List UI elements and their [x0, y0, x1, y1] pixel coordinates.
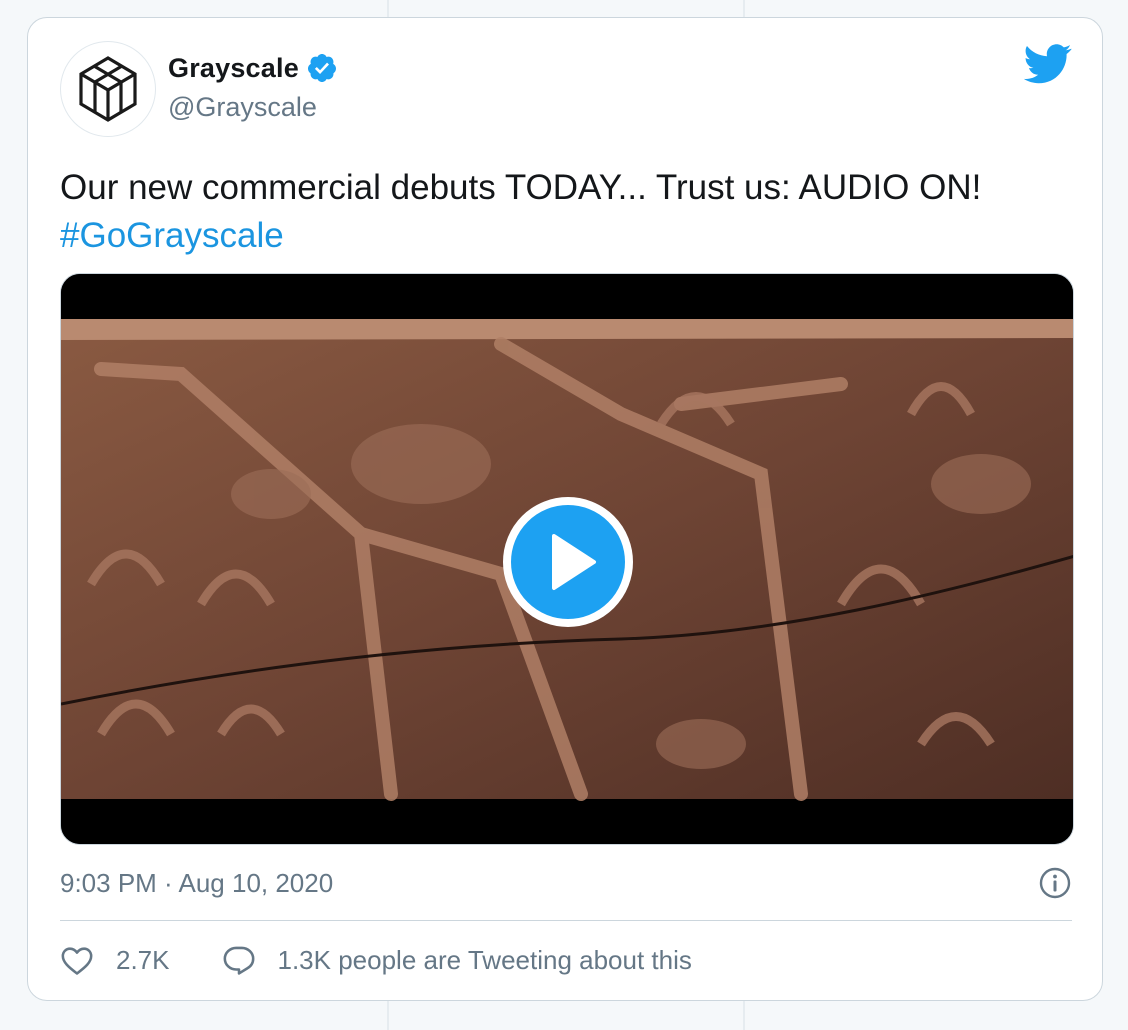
tweet-timestamp[interactable]: 9:03 PM · Aug 10, 2020 — [60, 868, 333, 899]
grayscale-logo — [79, 56, 137, 122]
tweet-text: Our new commercial debuts TODAY... Trust… — [60, 164, 1080, 260]
video-player[interactable] — [60, 273, 1074, 845]
play-icon — [503, 497, 633, 627]
author-name-row[interactable]: Grayscale — [168, 52, 338, 84]
play-button[interactable] — [502, 496, 634, 628]
tweet-card[interactable]: Grayscale @Grayscale Our new commercial … — [27, 17, 1103, 1001]
display-name[interactable]: Grayscale — [168, 53, 299, 84]
hashtag-link[interactable]: #GoGrayscale — [60, 212, 1080, 260]
conversation-link[interactable]: 1.3K people are Tweeting about this — [222, 944, 692, 976]
twitter-bird-icon[interactable] — [1023, 44, 1072, 89]
speech-bubble-icon — [223, 946, 254, 975]
tweet-body: Our new commercial debuts TODAY... Trust… — [60, 168, 982, 207]
heart-icon — [61, 947, 93, 975]
like-button[interactable]: 2.7K — [60, 944, 170, 976]
info-icon[interactable] — [1038, 866, 1072, 905]
author-handle[interactable]: @Grayscale — [168, 92, 317, 123]
like-count: 2.7K — [116, 944, 170, 975]
conversation-text: 1.3K people are Tweeting about this — [277, 944, 692, 975]
divider — [60, 920, 1072, 921]
tweet-actions: 2.7K 1.3K people are Tweeting about this — [60, 944, 692, 976]
verified-badge-icon — [306, 52, 338, 84]
avatar[interactable] — [60, 41, 156, 137]
